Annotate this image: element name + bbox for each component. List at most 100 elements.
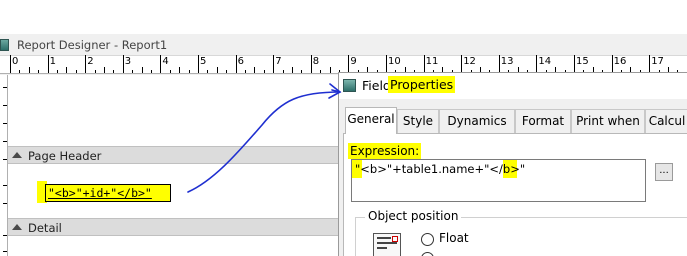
tab-general[interactable]: General xyxy=(345,107,397,134)
ruler-tick xyxy=(141,67,143,73)
ruler-tick xyxy=(3,105,7,106)
window-title: Report Designer - Report1 xyxy=(17,38,168,52)
report-field-expression: "<b>"+id+"</b>" xyxy=(48,186,152,200)
ruler-tick xyxy=(226,70,228,73)
ruler-number: 6 xyxy=(237,56,244,67)
ruler-tick xyxy=(301,70,303,73)
ruler-tick xyxy=(113,70,115,73)
ruler-tick xyxy=(263,70,265,73)
report-designer-titlebar[interactable]: Report Designer - Report1 xyxy=(0,34,687,56)
icon-marker xyxy=(392,236,398,242)
ruler-tick xyxy=(423,55,425,73)
report-designer-app-icon xyxy=(0,39,9,51)
ruler-number: 17 xyxy=(651,56,664,67)
vertical-ruler xyxy=(0,75,8,256)
ruler-tick xyxy=(461,55,463,73)
ruler-number: 8 xyxy=(312,56,320,67)
tab-style[interactable]: Style xyxy=(397,109,439,133)
object-position-label: Object position xyxy=(365,209,462,223)
dialog-title-prefix: Field xyxy=(362,78,391,93)
ruler-tick xyxy=(292,67,293,73)
ruler-tick xyxy=(3,235,7,236)
ruler-tick xyxy=(536,55,538,73)
ruler-tick xyxy=(3,141,7,142)
ruler-tick xyxy=(498,55,500,73)
ruler-number: 10 xyxy=(388,56,401,67)
band-label-detail: Detail xyxy=(28,221,62,235)
band-collapse-arrow-icon[interactable] xyxy=(12,224,22,230)
ruler-tick xyxy=(216,67,218,73)
ruler-tick xyxy=(649,55,651,73)
icon-line xyxy=(377,237,391,239)
dialog-titlebar[interactable]: Field Properties xyxy=(339,73,687,99)
ruler-tick xyxy=(3,251,7,252)
ruler-tick xyxy=(104,67,105,73)
ruler-tick xyxy=(169,70,171,73)
ruler-tick xyxy=(320,70,322,73)
ruler-tick xyxy=(28,67,30,73)
ruler-number: 4 xyxy=(162,56,169,67)
ruler-tick xyxy=(188,70,190,73)
ruler-number: 9 xyxy=(350,56,357,67)
ruler-tick xyxy=(3,123,7,124)
tab-calculation[interactable]: Calcul xyxy=(645,109,687,133)
ruler-tick xyxy=(386,55,387,73)
tab-dynamics[interactable]: Dynamics xyxy=(439,109,515,133)
tab-strip: General Style Dynamics Format Print when… xyxy=(339,107,687,134)
ruler-number: 5 xyxy=(200,56,207,67)
ruler-tick xyxy=(160,55,162,73)
ruler-tick xyxy=(348,55,350,73)
field-properties-dialog-icon xyxy=(343,79,356,92)
ruler-tick xyxy=(10,55,11,73)
ruler-number: 1 xyxy=(49,56,56,67)
ruler-tick xyxy=(310,55,312,73)
ruler-tick xyxy=(235,55,237,73)
radio-float-label[interactable]: Float xyxy=(439,231,469,245)
ruler-tick xyxy=(329,67,331,73)
ruler-number: 2 xyxy=(87,56,94,67)
ruler-tick xyxy=(122,55,124,73)
expression-value: "<b>"+table1.name+"</b>" xyxy=(355,162,526,176)
ruler-number: 3 xyxy=(124,56,132,67)
tab-print-when[interactable]: Print when xyxy=(571,109,645,133)
ruler-tick xyxy=(245,70,246,73)
ruler-number: 12 xyxy=(463,56,476,67)
ruler-tick xyxy=(273,55,275,73)
icon-line xyxy=(377,247,387,249)
band-label-page-header: Page Header xyxy=(28,149,102,163)
ruler-tick xyxy=(3,203,7,204)
radio-float[interactable] xyxy=(421,233,434,246)
ruler-tick xyxy=(198,55,199,73)
ruler-tick xyxy=(19,70,21,73)
ruler-tick xyxy=(611,55,613,73)
design-canvas[interactable]: Page Header Detail xyxy=(8,75,348,256)
report-field-box[interactable]: "<b>"+id+"</b>" xyxy=(45,184,171,202)
ruler-tick xyxy=(94,70,96,73)
object-position-icon xyxy=(373,233,401,256)
expression-browse-button[interactable]: ... xyxy=(655,163,673,181)
ruler-tick xyxy=(151,70,152,73)
ruler-tick xyxy=(574,55,575,73)
ruler-tick xyxy=(207,70,209,73)
ruler-number: 13 xyxy=(500,56,514,67)
ruler-tick xyxy=(132,70,134,73)
ruler-tick xyxy=(57,70,58,73)
band-detail[interactable]: Detail xyxy=(8,218,348,236)
tab-format[interactable]: Format xyxy=(515,109,571,133)
ruler-number: 7 xyxy=(275,56,282,67)
ruler-number: 15 xyxy=(576,56,589,67)
ruler-tick xyxy=(282,70,284,73)
ruler-tick xyxy=(47,55,49,73)
ruler-tick xyxy=(3,159,7,160)
band-collapse-arrow-icon[interactable] xyxy=(12,152,22,158)
ruler-number: 0 xyxy=(12,56,19,67)
ruler-number: 14 xyxy=(538,56,552,67)
field-properties-dialog: Field Properties General Style Dynamics … xyxy=(338,72,687,256)
dialog-title-highlighted: Properties xyxy=(388,76,456,93)
band-page-header[interactable]: Page Header xyxy=(8,146,348,164)
ruler-tick xyxy=(75,70,77,73)
ruler-tick xyxy=(3,87,7,88)
ruler-tick xyxy=(179,67,181,73)
ruler-tick xyxy=(66,67,68,73)
icon-line xyxy=(377,242,397,244)
